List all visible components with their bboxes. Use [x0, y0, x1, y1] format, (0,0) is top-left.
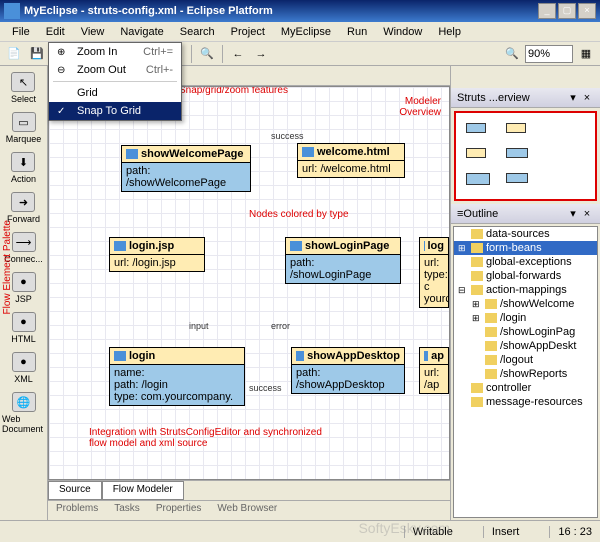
- palette-marquee[interactable]: ▭Marquee: [4, 110, 44, 146]
- maximize-button[interactable]: ▢: [558, 3, 576, 19]
- window-titlebar: MyEclipse - struts-config.xml - Eclipse …: [0, 0, 600, 22]
- menu-item-zoom-out[interactable]: ⊖Zoom OutCtrl+-: [49, 61, 181, 79]
- panel-menu-icon[interactable]: ▾: [566, 91, 580, 104]
- tree-item-controller[interactable]: controller: [454, 381, 597, 395]
- menu-search[interactable]: Search: [172, 24, 223, 40]
- outline-title: Outline: [463, 208, 566, 220]
- menu-window[interactable]: Window: [375, 24, 430, 40]
- tree-item-global-exceptions[interactable]: global-exceptions: [454, 255, 597, 269]
- editor-tab-flow-modeler[interactable]: Flow Modeler: [102, 481, 184, 500]
- view-menu-dropdown: ⊕Zoom InCtrl+=⊖Zoom OutCtrl+- Grid✓Snap T…: [48, 42, 182, 121]
- palette-web-document[interactable]: 🌐Web Document: [0, 390, 47, 436]
- tree-item-data-sources[interactable]: data-sources: [454, 227, 597, 241]
- tree-item-global-forwards[interactable]: global-forwards: [454, 269, 597, 283]
- menu-navigate[interactable]: Navigate: [112, 24, 171, 40]
- flow-node-n8[interactable]: apurl: /ap: [419, 347, 449, 394]
- palette-label: Flow Element Palette: [2, 220, 13, 315]
- palette-select[interactable]: ↖Select: [9, 70, 38, 106]
- annotation-overview: Modeler Overview: [381, 96, 441, 118]
- window-title: MyEclipse - struts-config.xml - Eclipse …: [24, 5, 538, 17]
- flow-canvas[interactable]: Snap/grid/zoom features Nodes colored by…: [48, 86, 450, 480]
- right-panel: Modeler Overview Struts ...erview ▾ × ≡ …: [450, 66, 600, 520]
- menu-view[interactable]: View: [73, 24, 113, 40]
- annotation-nodes: Nodes colored by type: [249, 209, 349, 220]
- tree-item-form-beans[interactable]: ⊞form-beans: [454, 241, 597, 255]
- menu-help[interactable]: Help: [430, 24, 469, 40]
- bottom-tab-problems[interactable]: Problems: [48, 501, 106, 520]
- bottom-tab-web-browser[interactable]: Web Browser: [209, 501, 285, 520]
- status-cursor-pos: 16 : 23: [549, 526, 592, 538]
- tree-item--showLoginPag[interactable]: /showLoginPag: [454, 325, 597, 339]
- palette-xml[interactable]: ●XML: [10, 350, 38, 386]
- panel-menu-icon[interactable]: ▾: [566, 207, 580, 220]
- annotation-zoom: Snap/grid/zoom features: [179, 86, 288, 96]
- menu-item-zoom-in[interactable]: ⊕Zoom InCtrl+=: [49, 43, 181, 61]
- tree-item--showWelcome[interactable]: ⊞/showWelcome: [454, 297, 597, 311]
- panel-close-icon[interactable]: ×: [580, 92, 594, 104]
- edge-label: error: [271, 321, 290, 331]
- edge-label: input: [189, 321, 209, 331]
- tree-item--logout[interactable]: /logout: [454, 353, 597, 367]
- tree-item-action-mappings[interactable]: ⊟action-mappings: [454, 283, 597, 297]
- menubar: FileEditViewNavigateSearchProjectMyEclip…: [0, 22, 600, 42]
- flow-element-palette: Flow Element Palette ↖Select ▭Marquee ⬇Act…: [0, 66, 48, 520]
- outline-tree[interactable]: data-sources⊞form-beansglobal-exceptions…: [453, 226, 598, 518]
- bottom-view-tabs: ProblemsTasksPropertiesWeb Browser: [48, 500, 450, 520]
- menu-run[interactable]: Run: [339, 24, 375, 40]
- status-writable: Writable: [404, 526, 453, 538]
- flow-node-n3[interactable]: login.jspurl: /login.jsp: [109, 237, 205, 272]
- edge-label: success: [271, 131, 304, 141]
- menu-edit[interactable]: Edit: [38, 24, 73, 40]
- palette-jsp[interactable]: ●JSP: [10, 270, 38, 306]
- bottom-tab-properties[interactable]: Properties: [148, 501, 210, 520]
- search-button[interactable]: 🔍: [197, 44, 217, 64]
- perspective-button[interactable]: ▦: [576, 44, 596, 64]
- menu-project[interactable]: Project: [223, 24, 273, 40]
- flow-node-n7[interactable]: showAppDesktoppath:/showAppDesktop: [291, 347, 405, 394]
- tree-item-message-resources[interactable]: message-resources: [454, 395, 597, 409]
- zoom-input[interactable]: [525, 45, 573, 63]
- palette-action[interactable]: ⬇Action: [9, 150, 38, 186]
- overview-panel-header: Struts ...erview ▾ ×: [451, 88, 600, 108]
- menu-myeclipse[interactable]: MyEclipse: [273, 24, 339, 40]
- flow-node-n2[interactable]: welcome.htmlurl: /welcome.html: [297, 143, 405, 178]
- flow-node-n5[interactable]: logurl:type: cyourcom: [419, 237, 449, 308]
- app-icon: [4, 3, 20, 19]
- nav-back-button[interactable]: ←: [228, 44, 248, 64]
- menu-item-snap-to-grid[interactable]: ✓Snap To Grid: [49, 102, 181, 120]
- outline-panel-header: ≡ Outline ▾ ×: [451, 204, 600, 224]
- overview-title: Struts ...erview: [457, 92, 566, 104]
- modeler-overview[interactable]: [454, 111, 597, 201]
- window-controls: _ ▢ ×: [538, 3, 596, 19]
- edge-label: success: [249, 383, 282, 393]
- tree-item--showReports[interactable]: /showReports: [454, 367, 597, 381]
- flow-node-n6[interactable]: loginname:path: /logintype: com.yourcomp…: [109, 347, 245, 406]
- editor-tabs: SourceFlow Modeler: [48, 480, 450, 500]
- flow-node-n4[interactable]: showLoginPagepath:/showLoginPage: [285, 237, 401, 284]
- status-bar: Writable Insert 16 : 23: [0, 520, 600, 542]
- menu-item-grid[interactable]: Grid: [49, 84, 181, 102]
- minimize-button[interactable]: _: [538, 3, 556, 19]
- save-button[interactable]: 💾: [27, 44, 47, 64]
- palette-html[interactable]: ●HTML: [9, 310, 38, 346]
- menu-file[interactable]: File: [4, 24, 38, 40]
- tree-item--showAppDeskt[interactable]: /showAppDeskt: [454, 339, 597, 353]
- bottom-tab-tasks[interactable]: Tasks: [106, 501, 148, 520]
- annotation-integration: Integration with StrutsConfigEditor and …: [89, 427, 329, 449]
- close-button[interactable]: ×: [578, 3, 596, 19]
- new-button[interactable]: 📄: [4, 44, 24, 64]
- tree-item--login[interactable]: ⊞/login: [454, 311, 597, 325]
- nav-fwd-button[interactable]: →: [251, 44, 271, 64]
- zoom-icon[interactable]: 🔍: [502, 44, 522, 64]
- editor-tab-source[interactable]: Source: [48, 481, 102, 500]
- flow-node-n1[interactable]: showWelcomePagepath: /showWelcomePage: [121, 145, 251, 192]
- panel-close-icon[interactable]: ×: [580, 208, 594, 220]
- status-insert: Insert: [483, 526, 520, 538]
